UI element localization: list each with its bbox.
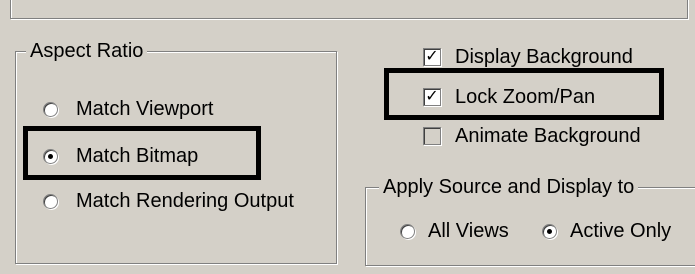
radio-active-only[interactable]: Active Only [542, 219, 671, 243]
radio-match-rendering-output[interactable]: Match Rendering Output [43, 189, 294, 213]
checkbox-label: Display Background [455, 46, 633, 68]
radio-button-icon[interactable] [400, 223, 415, 239]
radio-match-viewport[interactable]: Match Viewport [43, 97, 213, 121]
radio-label: All Views [428, 220, 509, 242]
radio-button-icon[interactable] [43, 193, 58, 209]
radio-label: Match Viewport [76, 98, 214, 120]
radio-all-views[interactable]: All Views [400, 219, 509, 243]
checkbox-display-background[interactable]: ✓ Display Background [423, 45, 633, 69]
radio-button-icon[interactable] [542, 223, 557, 239]
radio-button-icon[interactable] [43, 101, 58, 117]
checkbox-animate-background[interactable]: Animate Background [423, 124, 641, 148]
checkbox-checked-icon[interactable]: ✓ [423, 48, 441, 66]
checkbox-label: Animate Background [455, 125, 641, 147]
top-panel-frame [10, 0, 688, 19]
aspect-ratio-title: Aspect Ratio [26, 40, 148, 62]
highlight-lock-zoom-pan [384, 68, 664, 120]
checkbox-unchecked-icon[interactable] [423, 127, 441, 145]
radio-label: Active Only [570, 220, 672, 242]
highlight-match-bitmap [23, 126, 261, 180]
radio-label: Match Rendering Output [76, 190, 294, 212]
apply-source-title: Apply Source and Display to [379, 176, 639, 198]
